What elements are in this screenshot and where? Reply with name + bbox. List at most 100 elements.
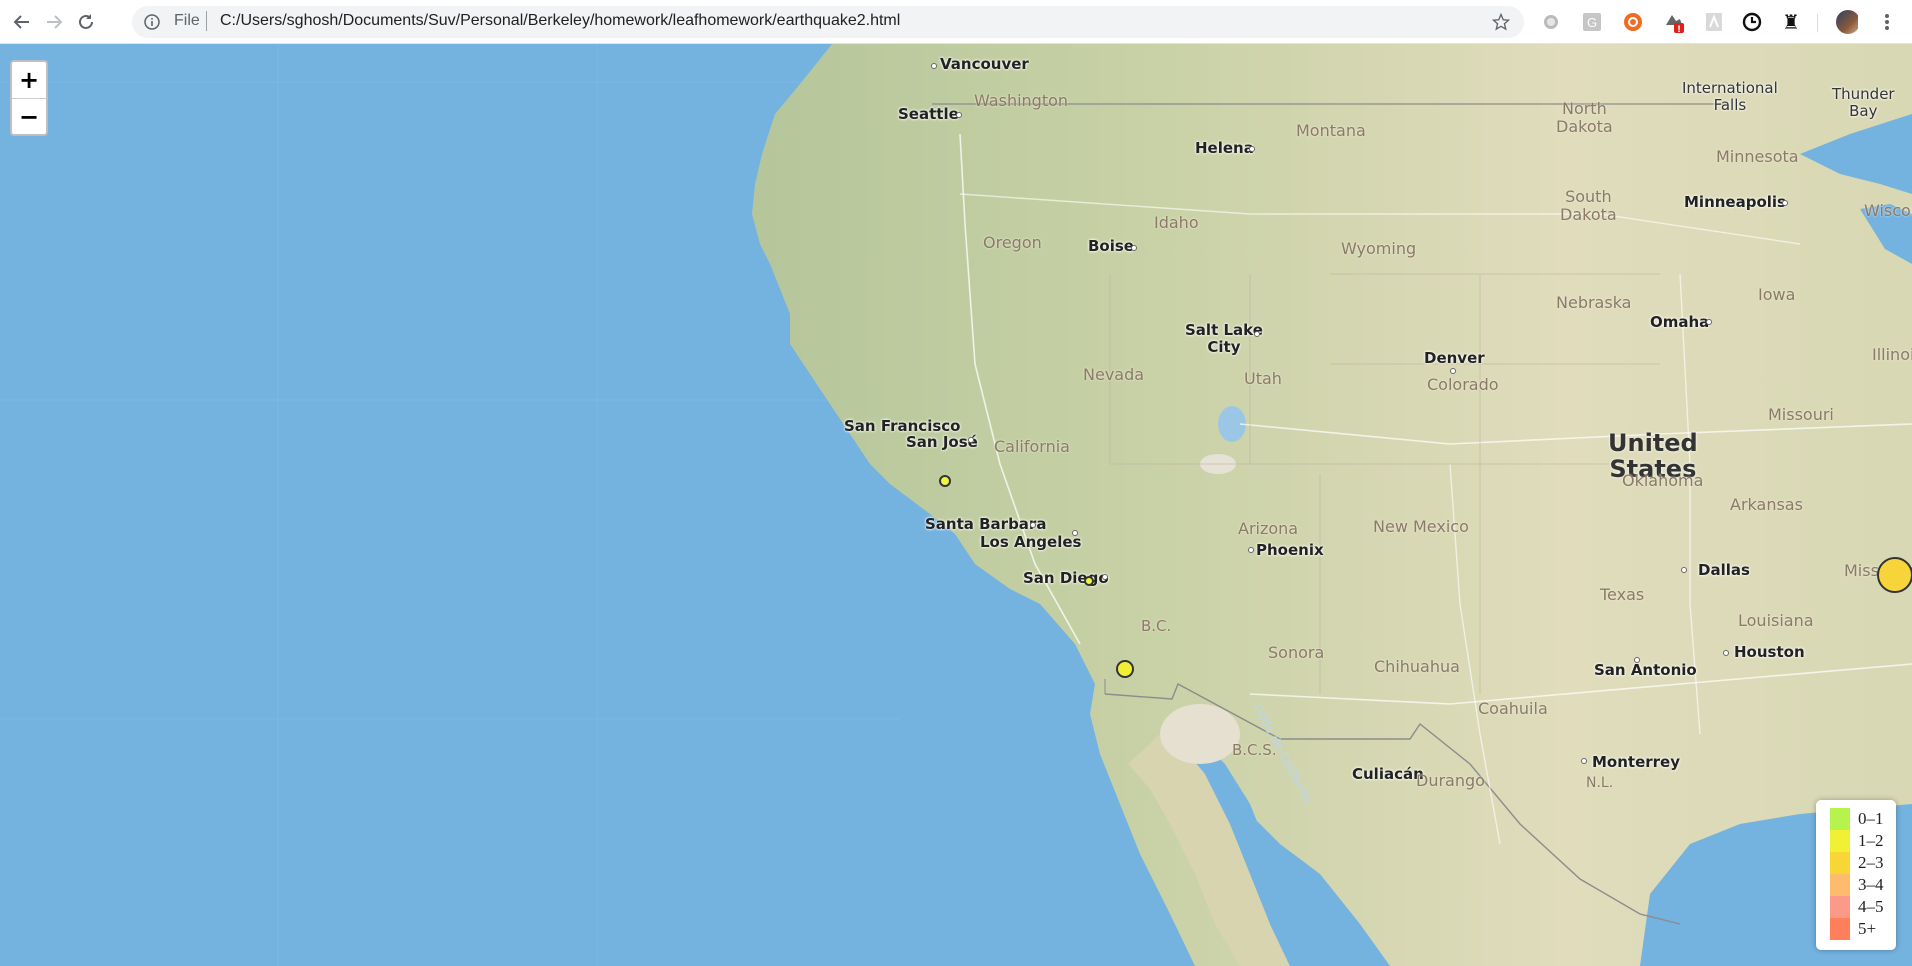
city-label: Dallas [1698,561,1750,579]
legend-label: 0–1 [1858,809,1884,828]
legend-swatch [1830,852,1850,874]
reload-icon [79,14,93,29]
city-dot [1581,758,1587,764]
city-dot [1102,574,1108,580]
region-label: Utah [1244,369,1282,388]
city-dot [956,112,962,118]
region-label: Washington [974,91,1069,110]
legend-item: 5+ [1830,918,1896,940]
reload-button[interactable] [72,8,100,36]
region-label: Missouri [1768,405,1834,424]
star-icon[interactable] [1492,13,1510,31]
region-label: N.L. [1586,775,1614,791]
url-separator [206,11,207,31]
region-label: Iowa [1758,285,1796,304]
earthquake-marker[interactable] [1116,660,1134,678]
region-label: Colorado [1427,375,1499,394]
region-label: South Dakota [1560,187,1617,224]
extension-badge: ! [1677,25,1681,33]
orange-ring-extension-icon[interactable] [1622,11,1644,33]
city-dot [968,437,974,443]
region-label: New Mexico [1373,517,1469,536]
circle-extension-icon[interactable] [1540,11,1562,33]
earthquake-marker[interactable] [1084,576,1094,586]
city-label: Houston [1734,643,1805,661]
back-arrow-icon [13,15,29,29]
toolbar-divider [1817,14,1818,32]
region-label: Oklahoma [1622,471,1704,490]
region-label: Wyoming [1341,239,1417,258]
region-label: Coahuila [1478,699,1548,718]
city-dot [1254,331,1260,337]
city-label: Thunder Bay [1832,85,1895,120]
legend-label: 2–3 [1858,853,1884,872]
region-label: California [994,437,1070,456]
city-dot [1723,650,1729,656]
legend-item: 0–1 [1830,808,1896,830]
url-scheme: File [174,12,200,29]
magnitude-legend: 0–1 1–2 2–3 3–4 4–5 5+ [1816,800,1896,950]
legend-item: 4–5 [1830,896,1896,918]
city-label: Omaha [1650,313,1710,331]
city-dot [1782,200,1788,206]
region-label: Nevada [1083,365,1145,384]
region-label: Durango [1416,771,1485,790]
city-label: Santa Barbara [925,515,1047,533]
legend-label: 5+ [1858,919,1877,938]
map-container[interactable]: + − United States Vancouver Seattle Hele… [0,44,1912,966]
kebab-menu-icon[interactable] [1876,11,1898,33]
region-label: Arkansas [1730,495,1803,514]
city-label: San Antonio [1594,661,1697,679]
city-dot [1706,319,1712,325]
region-label: Illinoi [1872,345,1912,364]
city-label: Minneapolis [1684,193,1786,211]
legend-label: 1–2 [1858,831,1884,850]
info-icon[interactable] [144,14,160,30]
forward-button[interactable] [40,8,68,36]
google-translate-extension-icon[interactable]: G [1581,11,1603,33]
zoom-control: + − [10,60,48,136]
url-text[interactable]: C:/Users/sghosh/Documents/Suv/Personal/B… [220,12,900,30]
region-label: Nebraska [1556,293,1632,312]
chess-extension-icon[interactable]: ♜ [1780,10,1802,34]
legend-swatch [1830,896,1850,918]
city-dot [1634,657,1640,663]
city-label: Phoenix [1256,541,1324,559]
city-label: Salt Lake City [1185,321,1263,356]
city-label: Helena [1195,139,1254,157]
city-label: Seattle [898,105,959,123]
earthquake-marker[interactable] [1877,557,1912,593]
clock-extension-icon[interactable] [1741,11,1763,33]
region-label: Wiscons [1864,201,1912,220]
city-dot [931,63,937,69]
region-label: Arizona [1238,519,1299,538]
city-label: International Falls [1682,79,1778,114]
pdf-extension-icon[interactable] [1703,11,1725,33]
earthquake-marker[interactable] [939,475,951,487]
forward-arrow-icon [47,15,63,29]
zoom-out-button[interactable]: − [12,99,46,135]
city-dot [1249,146,1255,152]
legend-swatch [1830,808,1850,830]
legend-item: 1–2 [1830,830,1896,852]
legend-label: 4–5 [1858,897,1884,916]
region-label: Montana [1296,121,1366,140]
legend-swatch [1830,918,1850,940]
svg-text:G: G [1587,15,1597,30]
city-dot [1072,530,1078,536]
region-label: Idaho [1154,213,1199,232]
region-label: Chihuahua [1374,657,1460,676]
city-dot [1131,245,1137,251]
notification-extension-icon[interactable]: ! [1663,11,1685,33]
region-label: Sonora [1268,643,1325,662]
legend-swatch [1830,874,1850,896]
avatar[interactable] [1836,10,1858,34]
city-label: Vancouver [940,55,1029,73]
city-dot [1248,547,1254,553]
address-bar[interactable]: File C:/Users/sghosh/Documents/Suv/Perso… [132,6,1524,38]
map-basemap [0,44,1912,966]
region-label: Oregon [983,233,1042,252]
zoom-in-button[interactable]: + [12,62,46,99]
city-dot [1030,522,1036,528]
back-button[interactable] [8,8,36,36]
